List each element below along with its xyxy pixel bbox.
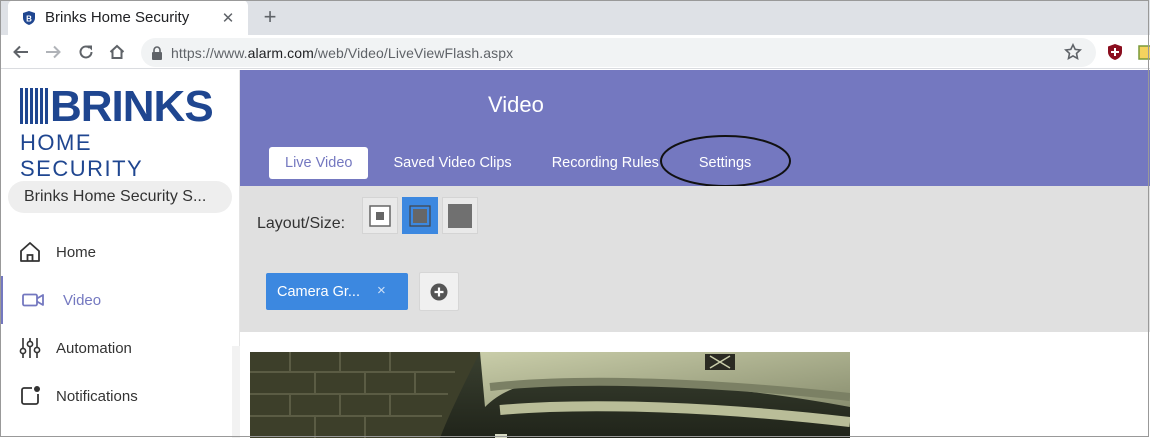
sidebar-scrollbar[interactable] <box>232 346 240 438</box>
account-selector[interactable]: Brinks Home Security S... <box>8 181 232 213</box>
sliders-icon <box>19 338 41 358</box>
add-camera-group-button[interactable] <box>419 272 459 311</box>
browser-tab-strip: B Brinks Home Security ✕ + <box>0 0 1150 35</box>
plus-circle-icon <box>430 283 448 300</box>
forward-arrow-icon[interactable] <box>42 41 64 63</box>
sidebar-item-automation[interactable]: Automation <box>0 324 240 372</box>
layout-size-label: Layout/Size: <box>257 215 346 232</box>
back-arrow-icon[interactable] <box>10 41 32 63</box>
sidebar-item-label: Automation <box>56 339 132 357</box>
tab-close-icon[interactable]: ✕ <box>218 8 238 28</box>
layout-medium-button[interactable] <box>402 197 438 234</box>
home-icon <box>20 242 40 262</box>
svg-text:B: B <box>26 14 32 23</box>
layout-small-icon <box>369 204 391 227</box>
browser-tab[interactable]: B Brinks Home Security ✕ <box>8 0 248 35</box>
layout-small-button[interactable] <box>362 197 398 234</box>
sidebar-item-label: Home <box>56 243 97 261</box>
bookmark-star-icon[interactable] <box>1064 43 1082 61</box>
tab-settings[interactable]: Settings <box>699 147 751 179</box>
sidebar-item-notifications[interactable]: Notifications <box>0 372 240 420</box>
extension-icon[interactable] <box>1138 43 1150 61</box>
video-controls: Layout/Size: Camera Gr... × <box>240 186 1150 332</box>
logo-wordmark: BRINKS <box>50 82 214 131</box>
logo-subtitle: HOME SECURITY <box>20 130 144 181</box>
sidebar: BRINKS HOME SECURITY Brinks Home Securit… <box>0 70 240 438</box>
video-tabs: Live Video Saved Video Clips Recording R… <box>269 147 751 179</box>
layout-medium-icon <box>409 204 431 227</box>
browser-tab-title: Brinks Home Security <box>45 9 190 26</box>
live-video-feed[interactable] <box>250 352 850 438</box>
brinks-logo[interactable]: BRINKS HOME SECURITY <box>20 82 220 181</box>
url-text: https://www.alarm.com/web/Video/LiveView… <box>171 44 514 61</box>
shield-extension-icon[interactable] <box>1106 43 1124 61</box>
camera-group-chip[interactable]: Camera Gr... × <box>266 273 408 310</box>
layout-large-icon <box>448 203 472 228</box>
tab-saved-video-clips[interactable]: Saved Video Clips <box>393 147 511 179</box>
brinks-favicon-icon: B <box>23 10 35 25</box>
browser-toolbar: https://www.alarm.com/web/Video/LiveView… <box>0 35 1150 69</box>
logo-stripes-icon <box>20 88 48 124</box>
sidebar-item-label: Notifications <box>56 387 138 405</box>
layout-large-button[interactable] <box>442 197 478 234</box>
page-header: Video Live Video Saved Video Clips Recor… <box>240 70 1150 186</box>
address-bar[interactable]: https://www.alarm.com/web/Video/LiveView… <box>141 38 1096 67</box>
sidebar-item-video[interactable]: Video <box>0 276 240 324</box>
lock-icon <box>152 45 162 60</box>
notifications-icon <box>21 386 40 405</box>
tab-live-video[interactable]: Live Video <box>269 147 369 179</box>
reload-icon[interactable] <box>75 41 97 63</box>
video-camera-icon <box>22 293 44 307</box>
camera-group-label: Camera Gr... <box>277 283 360 300</box>
close-icon[interactable]: × <box>377 282 386 299</box>
sidebar-item-label: Video <box>63 291 102 309</box>
new-tab-icon[interactable]: + <box>258 4 282 29</box>
sidebar-item-home[interactable]: Home <box>0 228 240 276</box>
tab-recording-rules[interactable]: Recording Rules <box>552 147 659 179</box>
home-page-icon[interactable] <box>106 41 128 63</box>
video-area <box>240 332 1150 438</box>
page-title: Video <box>488 92 544 117</box>
camera-frame-image <box>250 352 850 438</box>
